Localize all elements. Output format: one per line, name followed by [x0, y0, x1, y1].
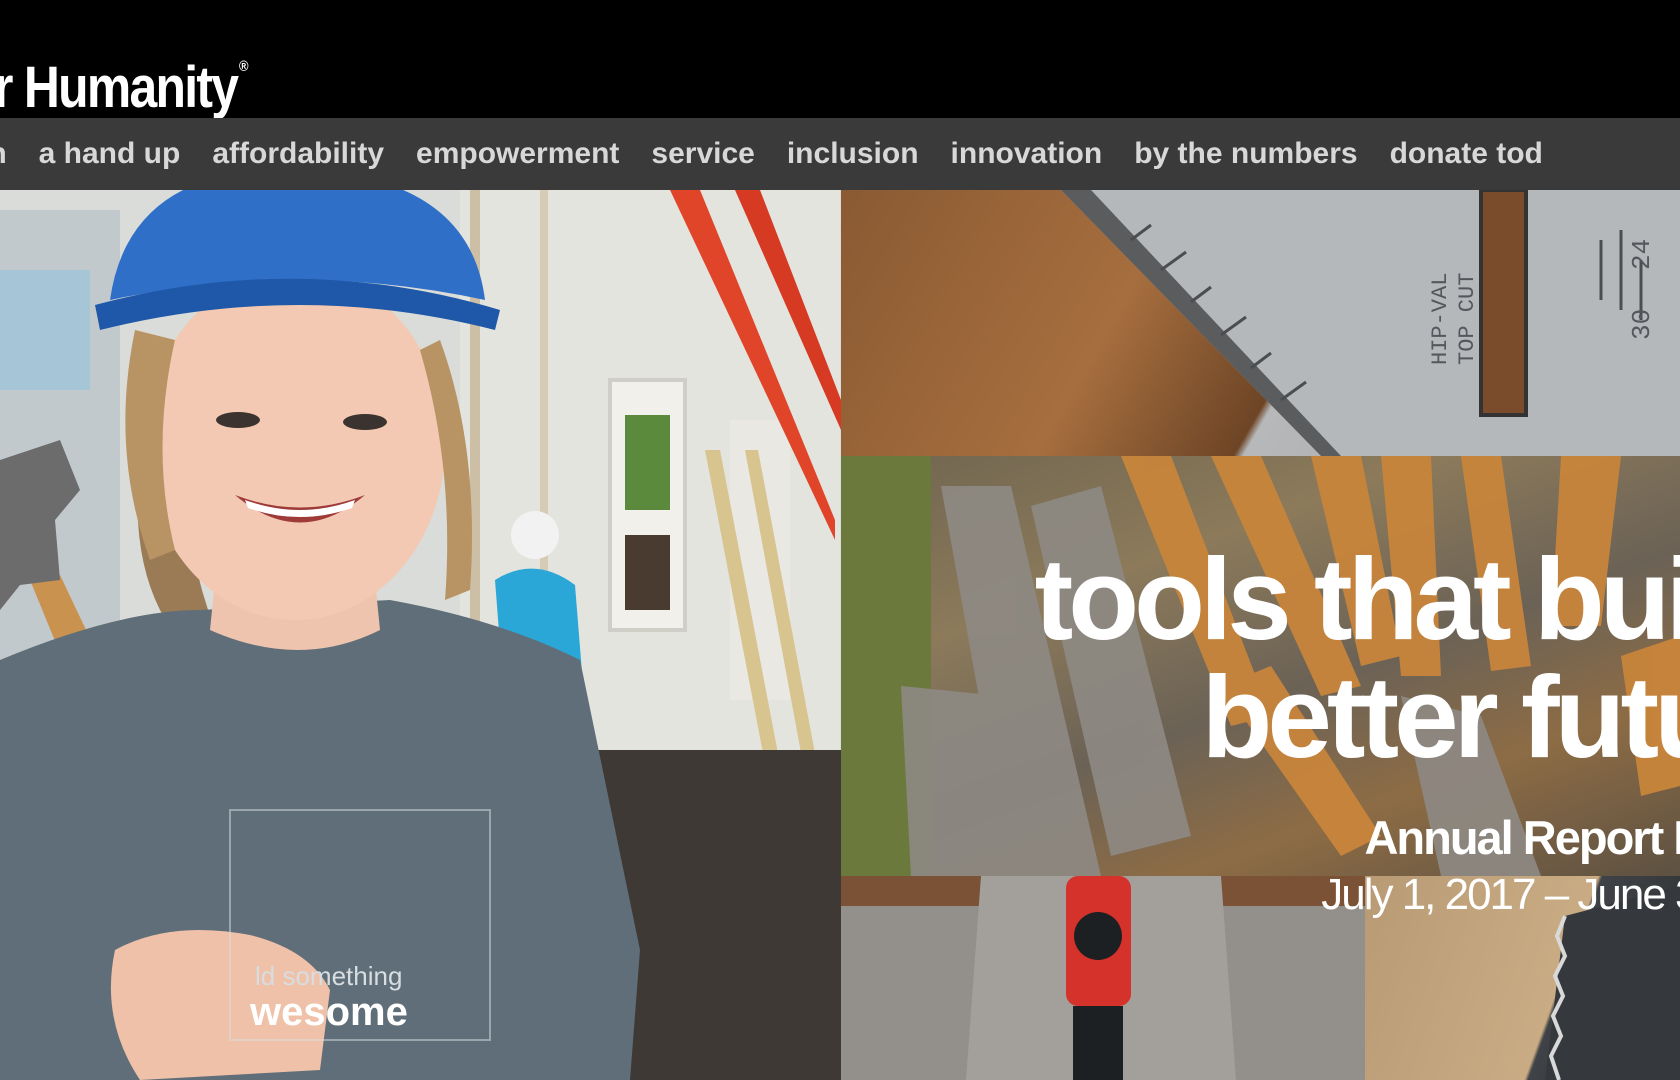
handsaw-photo	[1365, 876, 1680, 1080]
nav-item-inclusion[interactable]: inclusion	[787, 118, 919, 190]
main-nav: on a hand up affordability empowerment s…	[0, 118, 1680, 190]
logo-text: r Humanity	[0, 55, 239, 120]
nav-track: on a hand up affordability empowerment s…	[0, 118, 1575, 190]
nav-item-empowerment[interactable]: empowerment	[416, 118, 619, 190]
nav-item-mission[interactable]: on	[0, 118, 7, 190]
hero-banner: ld something wesome HIP-VAL TOP CUT 30 2…	[0, 190, 1680, 1080]
shirt-text-1: ld something	[255, 961, 402, 991]
nav-item-a-hand-up[interactable]: a hand up	[39, 118, 181, 190]
volunteer-photo: ld something wesome	[0, 190, 841, 1080]
nav-item-innovation[interactable]: innovation	[951, 118, 1103, 190]
nav-item-donate-today[interactable]: donate tod	[1390, 118, 1543, 190]
registered-mark: ®	[239, 58, 249, 75]
site-logo[interactable]: r Humanity ®	[0, 30, 249, 125]
trowels-photo	[841, 456, 1680, 876]
square-marking-30: 30	[1627, 309, 1657, 340]
square-marking-hipval: HIP-VAL	[1428, 273, 1453, 365]
concrete-float-illustration	[841, 876, 1365, 1080]
nav-item-affordability[interactable]: affordability	[212, 118, 384, 190]
speed-square-photo: HIP-VAL TOP CUT 30 24	[841, 190, 1680, 456]
handsaw-illustration	[1545, 886, 1680, 1080]
nav-item-service[interactable]: service	[651, 118, 754, 190]
trowels-illustration	[841, 456, 1680, 876]
speed-square-illustration: HIP-VAL TOP CUT 30 24	[1061, 190, 1680, 456]
square-marking-topcut: TOP CUT	[1455, 273, 1480, 365]
volunteer-illustration: ld something wesome	[0, 190, 841, 1080]
square-marking-24: 24	[1627, 239, 1657, 270]
nav-item-by-the-numbers[interactable]: by the numbers	[1134, 118, 1357, 190]
site-header: r Humanity ®	[0, 0, 1680, 120]
concrete-float-photo	[841, 876, 1365, 1080]
shirt-text-2: wesome	[249, 990, 408, 1034]
